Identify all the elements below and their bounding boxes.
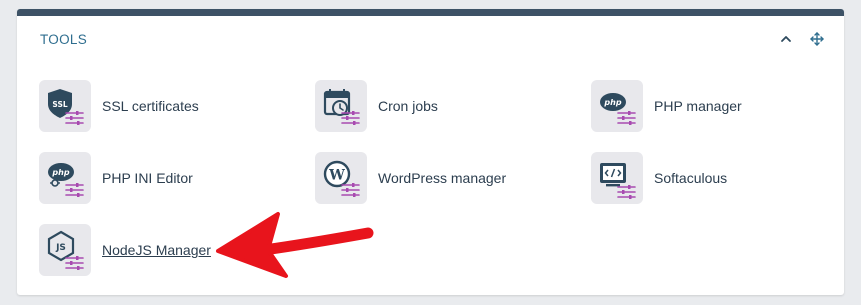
tool-nodejs-manager[interactable]: JS NodeJS Manager bbox=[39, 224, 211, 276]
code-monitor-icon bbox=[600, 163, 636, 199]
php-ini-icon: php bbox=[48, 163, 84, 197]
tool-label: PHP INI Editor bbox=[102, 170, 193, 186]
svg-text:php: php bbox=[603, 98, 621, 107]
tool-icon-tile: JS bbox=[39, 224, 91, 276]
collapse-button[interactable] bbox=[776, 29, 796, 49]
tool-softaculous[interactable]: Softaculous bbox=[591, 152, 727, 204]
tools-panel: TOOLS SSL SSL certificates Cron jobs php… bbox=[17, 9, 844, 295]
tool-wordpress-manager[interactable]: W WordPress manager bbox=[315, 152, 506, 204]
tool-icon-tile: W bbox=[315, 152, 367, 204]
svg-text:SSL: SSL bbox=[52, 100, 67, 109]
tool-php-manager[interactable]: php PHP manager bbox=[591, 80, 742, 132]
move-panel-button[interactable] bbox=[807, 29, 827, 49]
svg-text:W: W bbox=[328, 168, 345, 184]
tool-icon-tile: SSL bbox=[39, 80, 91, 132]
php-icon: php bbox=[600, 93, 636, 125]
tool-icon-tile: php bbox=[591, 80, 643, 132]
move-arrows-icon bbox=[810, 32, 824, 46]
tool-label: PHP manager bbox=[654, 98, 742, 114]
svg-text:JS: JS bbox=[55, 243, 66, 253]
calendar-clock-icon bbox=[323, 89, 360, 125]
tool-icon-tile bbox=[315, 80, 367, 132]
tool-ssl-certificates[interactable]: SSL SSL certificates bbox=[39, 80, 199, 132]
tool-label: Cron jobs bbox=[378, 98, 438, 114]
tool-icon-tile: php bbox=[39, 152, 91, 204]
tool-php-ini-editor[interactable]: php PHP INI Editor bbox=[39, 152, 193, 204]
chevron-up-icon bbox=[781, 36, 791, 42]
tool-label: SSL certificates bbox=[102, 98, 199, 114]
tool-icon-tile bbox=[591, 152, 643, 204]
nodejs-icon: JS bbox=[47, 230, 84, 270]
panel-title: TOOLS bbox=[40, 32, 88, 47]
ssl-shield-icon: SSL bbox=[48, 89, 84, 125]
tool-cron-jobs[interactable]: Cron jobs bbox=[315, 80, 438, 132]
tool-label: NodeJS Manager bbox=[102, 242, 211, 258]
svg-text:php: php bbox=[51, 168, 69, 177]
tool-label: WordPress manager bbox=[378, 170, 507, 186]
tool-label: Softaculous bbox=[654, 170, 728, 186]
panel-accent-bar bbox=[17, 9, 844, 16]
wordpress-icon: W bbox=[323, 160, 360, 197]
